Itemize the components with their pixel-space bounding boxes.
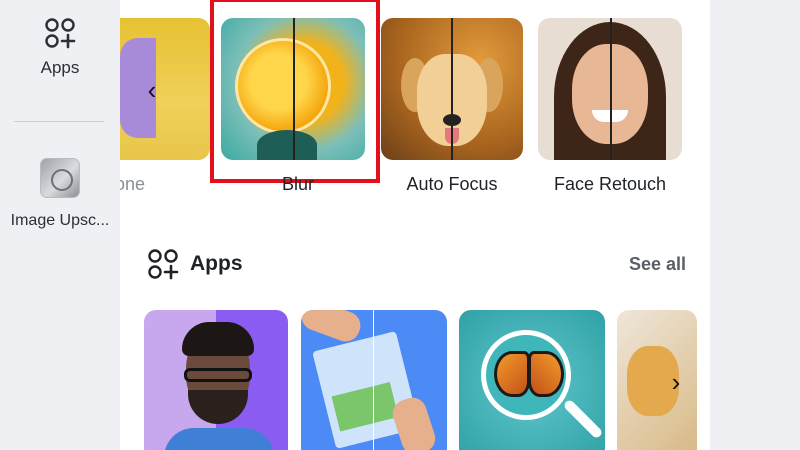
image-upscaler-icon (40, 158, 80, 198)
chevron-right-icon[interactable]: › (664, 364, 688, 400)
effect-label-face-retouch: Face Retouch (553, 174, 667, 194)
apps-section-title: Apps (190, 252, 243, 275)
rail-item-apps-label: Apps (40, 58, 80, 77)
person-glasses (184, 368, 252, 382)
split-divider (373, 310, 374, 450)
butterfly-wing-right (528, 351, 564, 397)
effect-label-auto-focus: Auto Focus (406, 174, 498, 194)
apps-grid-icon (148, 249, 179, 280)
rail-divider (14, 121, 104, 122)
effect-thumbnail-clone[interactable] (120, 18, 210, 160)
effect-label-blur: Blur (281, 174, 314, 194)
butterfly-wing-left (494, 351, 530, 397)
effect-thumbnail-auto-focus[interactable] (381, 18, 523, 160)
editor-root: Apps Image Upsc... ‹ ne Blur Auto Focus … (0, 0, 800, 450)
app-thumbnail-portrait[interactable] (144, 310, 288, 450)
app-thumbnail-butterfly[interactable] (459, 310, 605, 450)
chevron-left-icon[interactable]: ‹ (140, 72, 164, 108)
person-shirt (164, 428, 274, 450)
magnifier-lens (481, 330, 571, 420)
person-beard (188, 390, 248, 424)
blur-highlight-box (210, 0, 380, 183)
effect-label-clone: one (120, 174, 146, 194)
rail-item-image-upscaler[interactable]: Image Upsc... (0, 158, 120, 230)
person-hair (182, 322, 254, 356)
split-divider (610, 18, 612, 160)
hand-bottom (389, 394, 439, 450)
canvas-area (710, 0, 800, 450)
apps-panel: ‹ one Blur Auto Focus Face Retouch Apps … (120, 0, 710, 450)
see-all-link[interactable]: See all (614, 254, 686, 275)
app-thumbnail-notebook[interactable] (301, 310, 447, 450)
rail-item-apps[interactable]: Apps (0, 16, 120, 78)
magnifier-handle (562, 398, 604, 440)
effect-thumbnail-face-retouch[interactable] (538, 18, 682, 160)
apps-grid-icon (45, 18, 76, 49)
rail-item-image-upscaler-label: Image Upsc... (10, 212, 110, 229)
side-rail: Apps Image Upsc... (0, 0, 120, 450)
split-divider (451, 18, 453, 160)
